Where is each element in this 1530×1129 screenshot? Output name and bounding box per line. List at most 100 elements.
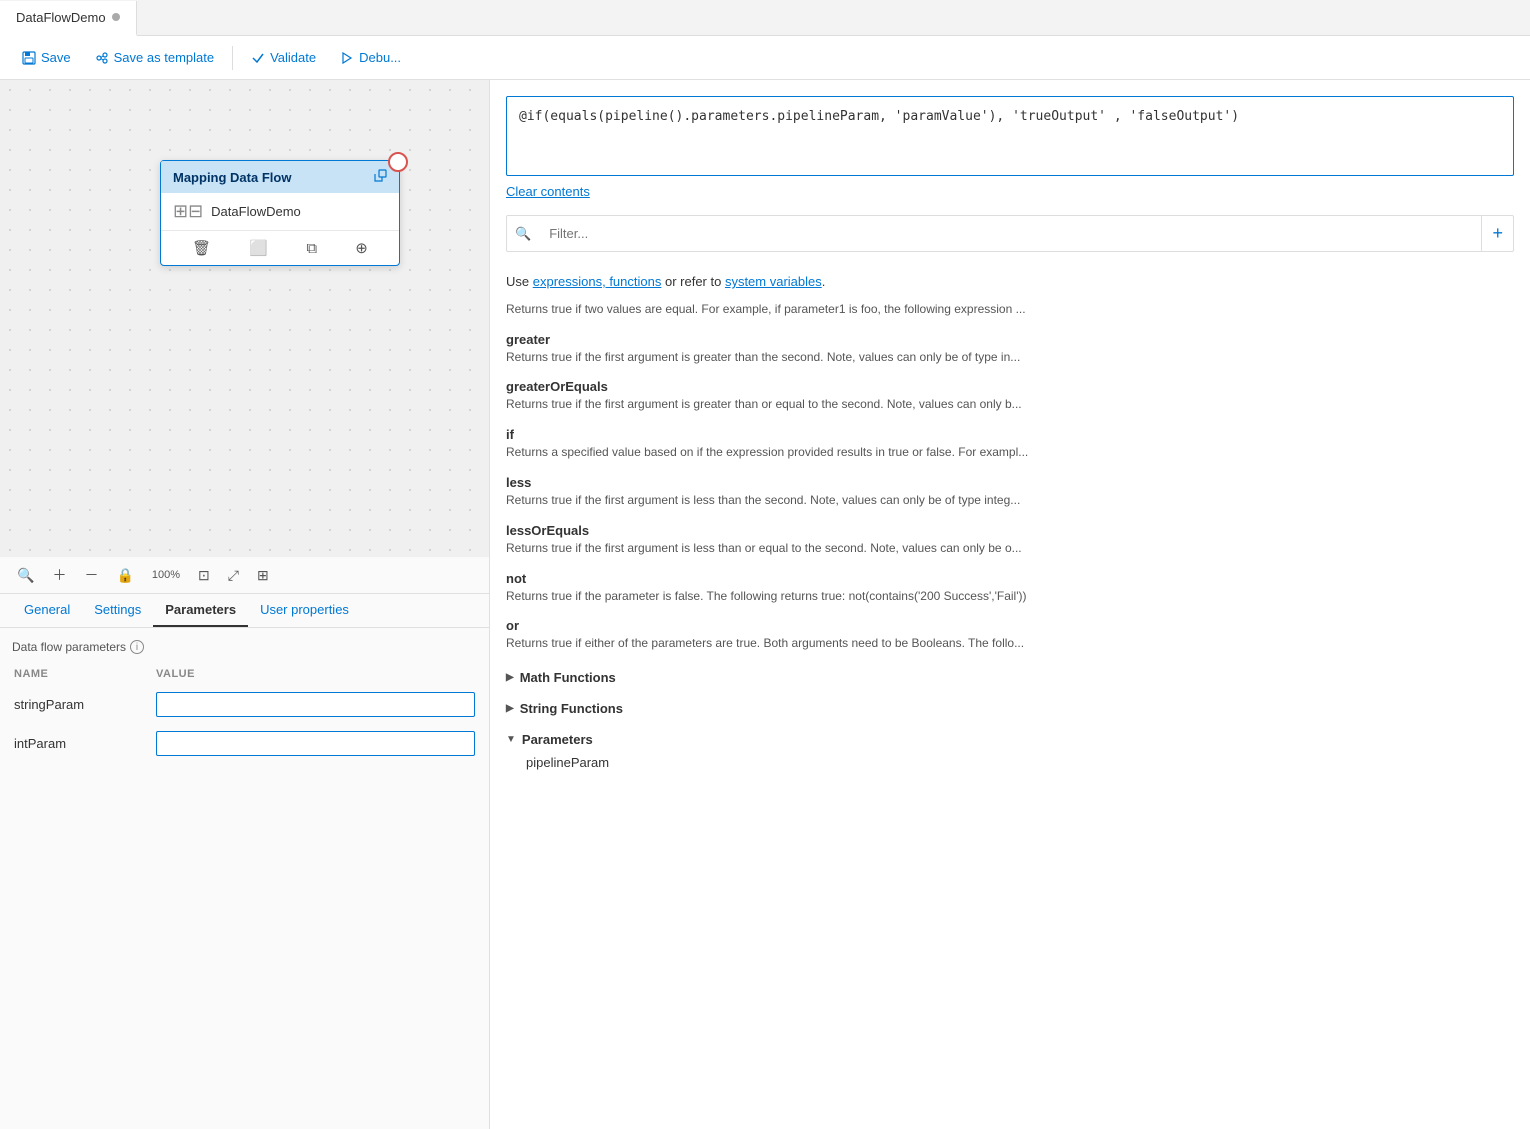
validate-button[interactable]: Validate (241, 46, 326, 69)
save-button[interactable]: Save (12, 46, 81, 69)
left-panel: Mapping Data Flow ⊞⊟ DataFlowDemo 🗑 ⬜ ⧉ … (0, 80, 490, 1129)
math-chevron-right: ▶ (506, 672, 514, 683)
string-chevron-right: ▶ (506, 703, 514, 714)
data-flow-params-label: Data flow parameters i (12, 640, 477, 654)
param-name: stringParam (14, 686, 154, 723)
param-value-cell (156, 725, 475, 762)
debug-label: Debu... (359, 50, 401, 65)
tab-bar: DataFlowDemo (0, 0, 1530, 36)
help-text-use: Use (506, 274, 533, 289)
param-value-cell (156, 686, 475, 723)
fit-mini-btn[interactable]: ⊡ (193, 565, 215, 586)
parameters-header[interactable]: ▼ Parameters (506, 728, 1514, 751)
func-name: if (506, 427, 1514, 442)
func-name: lessOrEquals (506, 523, 1514, 538)
mapping-dataflow-node[interactable]: Mapping Data Flow ⊞⊟ DataFlowDemo 🗑 ⬜ ⧉ … (160, 160, 400, 266)
param-value-input[interactable] (156, 731, 475, 756)
func-desc: Returns true if the first argument is le… (506, 492, 1514, 509)
tab-settings[interactable]: Settings (82, 594, 153, 627)
node-delete-btn[interactable]: 🗑 (186, 237, 217, 259)
save-template-button[interactable]: Save as template (85, 46, 224, 69)
tab-user-properties[interactable]: User properties (248, 594, 361, 627)
node-header-title: Mapping Data Flow (173, 170, 291, 185)
param-name: intParam (14, 725, 154, 762)
func-desc: Returns true if the first argument is gr… (506, 349, 1514, 366)
system-variables-link[interactable]: system variables (725, 274, 822, 289)
func-desc: Returns true if the first argument is le… (506, 540, 1514, 557)
func-item: less Returns true if the first argument … (506, 475, 1514, 509)
node-duplicate-btn[interactable]: ⧉ (300, 238, 323, 259)
func-item: if Returns a specified value based on if… (506, 427, 1514, 461)
lock-mini-btn[interactable]: 🔒 (111, 565, 138, 586)
tab-dataflowdemo[interactable]: DataFlowDemo (0, 1, 137, 36)
debug-button[interactable]: Debu... (330, 46, 411, 69)
param-value-input[interactable] (156, 692, 475, 717)
parameter-tabs: General Settings Parameters User propert… (0, 594, 489, 628)
filter-add-btn[interactable]: + (1481, 216, 1513, 251)
filter-bar: 🔍 + (506, 215, 1514, 252)
tab-parameters[interactable]: Parameters (153, 594, 248, 627)
node-actions: 🗑 ⬜ ⧉ ⊕ (161, 230, 399, 265)
validate-label: Validate (270, 50, 316, 65)
param-row: stringParam (14, 686, 475, 723)
search-mini-btn[interactable]: 🔍 (12, 565, 39, 586)
main-area: Mapping Data Flow ⊞⊟ DataFlowDemo 🗑 ⬜ ⧉ … (0, 80, 1530, 1129)
func-list: Returns true if two values are equal. Fo… (490, 301, 1530, 1129)
expressions-functions-link[interactable]: expressions, functions (533, 274, 662, 289)
func-item: not Returns true if the parameter is fal… (506, 571, 1514, 605)
help-text: Use expressions, functions or refer to s… (506, 272, 1514, 293)
external-link-icon[interactable] (374, 169, 387, 185)
help-text-mid: or refer to (661, 274, 725, 289)
save-label: Save (41, 50, 71, 65)
save-icon (22, 51, 36, 65)
toolbar-separator (232, 46, 233, 70)
node-body: ⊞⊟ DataFlowDemo (161, 193, 399, 230)
func-desc: Returns true if the first argument is gr… (506, 396, 1514, 413)
filter-input[interactable] (539, 219, 1481, 248)
dataflow-icon: ⊞⊟ (173, 201, 203, 222)
canvas-grid: Mapping Data Flow ⊞⊟ DataFlowDemo 🗑 ⬜ ⧉ … (0, 80, 489, 557)
tab-label: DataFlowDemo (16, 10, 106, 25)
tab-general[interactable]: General (12, 594, 82, 627)
params-table: NAME VALUE stringParam intParam (12, 662, 477, 764)
filter-search-icon: 🔍 (507, 219, 539, 249)
col-name-header: NAME (14, 664, 154, 684)
string-functions-header[interactable]: ▶ String Functions (506, 697, 1514, 720)
math-functions-header[interactable]: ▶ Math Functions (506, 666, 1514, 689)
right-panel: @if(equals(pipeline().parameters.pipelin… (490, 80, 1530, 1129)
col-value-header: VALUE (156, 664, 475, 684)
zoom-mini-btn[interactable]: 100% (147, 567, 185, 583)
func-name: greaterOrEquals (506, 379, 1514, 394)
node-copy-btn[interactable]: ⬜ (243, 237, 274, 259)
save-template-icon (95, 51, 109, 65)
func-desc: Returns true if the parameter is false. … (506, 588, 1514, 605)
clear-contents-link[interactable]: Clear contents (506, 184, 1514, 199)
node-connect-btn[interactable]: ⊕ (349, 237, 374, 259)
layout-mini-btn[interactable]: ⊞ (252, 565, 274, 586)
func-name: or (506, 618, 1514, 633)
validate-icon (251, 51, 265, 65)
params-content: Data flow parameters i NAME VALUE string… (0, 628, 489, 1129)
canvas-area: Mapping Data Flow ⊞⊟ DataFlowDemo 🗑 ⬜ ⧉ … (0, 80, 489, 557)
math-functions-group: ▶ Math Functions (506, 666, 1514, 689)
func-item: or Returns true if either of the paramet… (506, 618, 1514, 652)
toolbar: Save Save as template Validate Debu... (0, 36, 1530, 80)
info-icon[interactable]: i (130, 640, 144, 654)
func-item: lessOrEquals Returns true if the first a… (506, 523, 1514, 557)
func-item: greaterOrEquals Returns true if the firs… (506, 379, 1514, 413)
expression-box[interactable]: @if(equals(pipeline().parameters.pipelin… (506, 96, 1514, 176)
expand-mini-btn[interactable]: ⤢ (223, 565, 244, 586)
minus-mini-btn[interactable]: － (79, 563, 103, 587)
add-mini-btn[interactable]: ＋ (47, 563, 71, 587)
parameter-entry[interactable]: pipelineParam (506, 751, 1514, 774)
func-name: less (506, 475, 1514, 490)
node-header: Mapping Data Flow (161, 161, 399, 193)
tab-dot (112, 13, 120, 21)
help-text-end: . (822, 274, 826, 289)
debug-icon (340, 51, 354, 65)
math-functions-label: Math Functions (520, 670, 616, 685)
parameters-label: Parameters (522, 732, 593, 747)
func-item: greater Returns true if the first argume… (506, 332, 1514, 366)
func-name: greater (506, 332, 1514, 347)
parameters-group: ▼ Parameters pipelineParam (506, 728, 1514, 774)
